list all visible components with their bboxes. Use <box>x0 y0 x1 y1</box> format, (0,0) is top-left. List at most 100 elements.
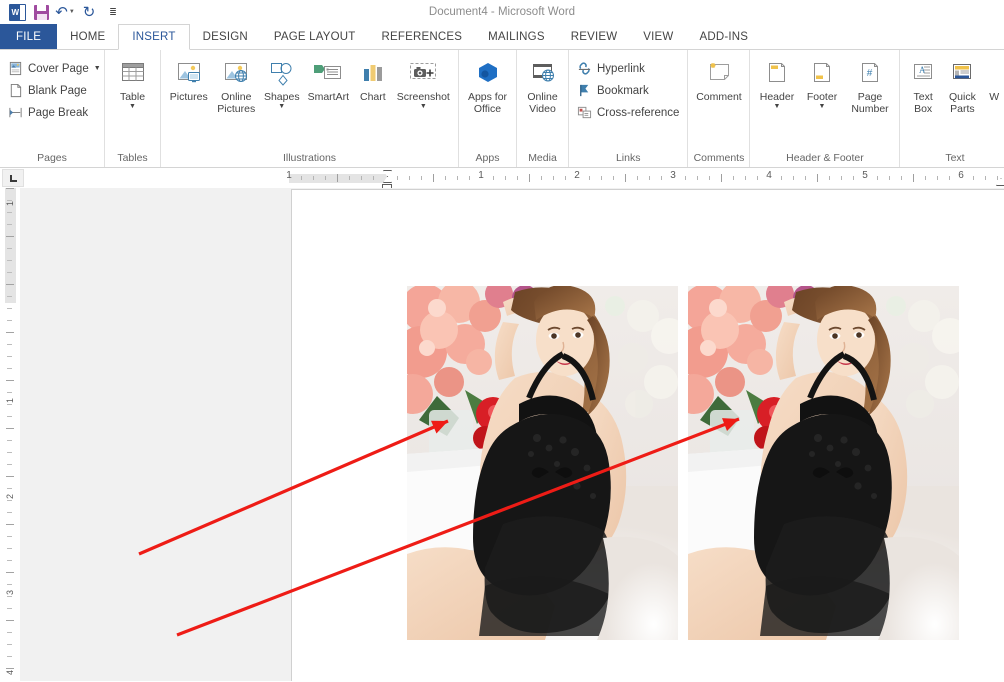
horizontal-ruler[interactable]: 1 1 2 3 4 5 6 <box>0 168 1004 193</box>
online-pictures-button[interactable]: Online Pictures <box>213 55 261 117</box>
pictures-button[interactable]: Pictures <box>165 55 213 106</box>
quick-parts-button[interactable]: Quick Parts <box>942 55 983 117</box>
smartart-icon <box>314 65 342 79</box>
vruler-tick <box>6 620 14 621</box>
tab-view[interactable]: VIEW <box>630 24 686 49</box>
vruler-tick <box>6 668 14 669</box>
shapes-icon <box>270 63 292 86</box>
text-box-button[interactable]: A Text Box <box>904 55 941 117</box>
hyperlink-button[interactable]: Hyperlink <box>573 58 683 79</box>
ruler-tick <box>937 176 938 180</box>
ruler-tick <box>793 176 794 180</box>
ruler-tick <box>637 176 638 180</box>
work-area: 1 1 2 3 4 5 6 1 1 2 3 4 <box>0 168 1004 681</box>
vruler-tick <box>7 260 12 261</box>
vruler-tick <box>6 236 14 237</box>
ruler-tick <box>685 176 686 180</box>
shapes-button[interactable]: Shapes ▼ <box>260 55 304 113</box>
ribbon-group-label-text: Text <box>945 152 965 164</box>
table-button[interactable]: Table ▼ <box>109 55 156 113</box>
inserted-photo-2[interactable] <box>688 286 959 640</box>
footer-icon <box>814 63 831 82</box>
tab-stop-selector[interactable] <box>2 169 24 187</box>
ruler-tick <box>421 176 422 180</box>
quick-parts-icon <box>953 64 972 79</box>
page-number-icon: # <box>862 63 878 82</box>
bookmark-button[interactable]: Bookmark <box>573 80 683 101</box>
tab-page-layout[interactable]: PAGE LAYOUT <box>261 24 369 49</box>
customize-qat-icon[interactable]: ≣ <box>102 2 124 22</box>
page-number-label: Page Number <box>851 91 889 115</box>
vertical-ruler[interactable]: 1 1 2 3 4 <box>2 188 20 681</box>
tab-insert[interactable]: INSERT <box>118 24 190 50</box>
ruler-tick <box>877 176 878 180</box>
page-break-button[interactable]: Page Break <box>4 102 105 123</box>
ruler-tick <box>985 176 986 180</box>
chart-button[interactable]: Chart <box>353 55 393 106</box>
vruler-tick <box>7 344 12 345</box>
ruler-tick <box>901 176 902 180</box>
blank-page-label: Blank Page <box>28 84 87 97</box>
left-tab-stop-icon <box>9 174 17 182</box>
apps-for-office-label: Apps for Office <box>467 91 508 115</box>
ruler-number-3: 3 <box>670 170 676 181</box>
tab-home[interactable]: HOME <box>57 24 118 49</box>
ruler-tick <box>529 174 530 182</box>
ruler-tick <box>697 176 698 180</box>
quick-parts-label: Quick Parts <box>948 91 976 115</box>
ruler-tick <box>913 174 914 182</box>
vruler-tick <box>7 500 12 501</box>
header-button[interactable]: Header ▼ <box>754 55 799 113</box>
page-number-button[interactable]: # Page Number ▼ <box>845 55 896 117</box>
tab-mailings[interactable]: MAILINGS <box>475 24 558 49</box>
comment-icon <box>709 63 729 80</box>
chart-icon <box>363 65 382 81</box>
footer-button[interactable]: Footer ▼ <box>800 55 845 113</box>
undo-icon[interactable]: ↶ ▼ <box>54 2 76 22</box>
apps-for-office-button[interactable]: Apps for Office <box>463 55 512 117</box>
cover-page-button[interactable]: Cover Page ▼ <box>4 58 105 79</box>
document-page[interactable] <box>291 189 1004 681</box>
blank-page-button[interactable]: Blank Page <box>4 80 105 101</box>
inserted-photo-1[interactable] <box>407 286 678 640</box>
redo-icon[interactable]: ↻ <box>78 2 100 22</box>
tab-file[interactable]: FILE <box>0 24 58 49</box>
vruler-tick <box>7 608 12 609</box>
ruler-tick <box>565 176 566 180</box>
ruler-tick <box>709 176 710 180</box>
ruler-tick <box>349 176 350 180</box>
tab-references[interactable]: REFERENCES <box>369 24 476 49</box>
vruler-number-3: 3 <box>5 589 15 595</box>
ribbon-group-label-header-footer: Header & Footer <box>786 152 864 164</box>
vruler-tick <box>6 284 14 285</box>
vruler-tick <box>6 524 14 525</box>
vruler-tick <box>7 464 12 465</box>
document-canvas[interactable] <box>20 188 1004 681</box>
vruler-tick <box>7 644 12 645</box>
word-logo-icon[interactable]: W <box>6 2 28 22</box>
wordart-label: W <box>989 91 1000 103</box>
tab-review[interactable]: REVIEW <box>558 24 631 49</box>
apps-for-office-icon <box>478 63 497 82</box>
horizontal-ruler-track[interactable]: 1 1 2 3 4 5 6 <box>286 170 1004 193</box>
vruler-tick <box>7 440 12 441</box>
photo-artwork-1 <box>407 286 678 640</box>
online-video-button[interactable]: Online Video <box>521 55 564 117</box>
wordart-button[interactable]: W <box>983 55 1004 106</box>
vruler-tick <box>7 356 12 357</box>
ruler-tick <box>373 176 374 180</box>
page-break-label: Page Break <box>28 106 89 119</box>
comment-button[interactable]: Comment <box>692 55 745 106</box>
ribbon-group-label-links: Links <box>615 152 641 164</box>
cross-reference-button[interactable]: Cross-reference <box>573 102 683 123</box>
smartart-button[interactable]: SmartArt <box>304 55 353 106</box>
ribbon-group-comments: Comment Comments <box>687 50 749 167</box>
ruler-number-6: 6 <box>958 170 964 181</box>
screenshot-button[interactable]: Screenshot ▼ <box>393 55 454 113</box>
ribbon-group-tables: Table ▼ Tables <box>104 50 160 167</box>
tab-add-ins[interactable]: ADD-INS <box>686 24 761 49</box>
save-icon[interactable] <box>30 2 52 22</box>
tab-design[interactable]: DESIGN <box>190 24 261 49</box>
pictures-label: Pictures <box>169 91 208 103</box>
ruler-tick <box>505 176 506 180</box>
